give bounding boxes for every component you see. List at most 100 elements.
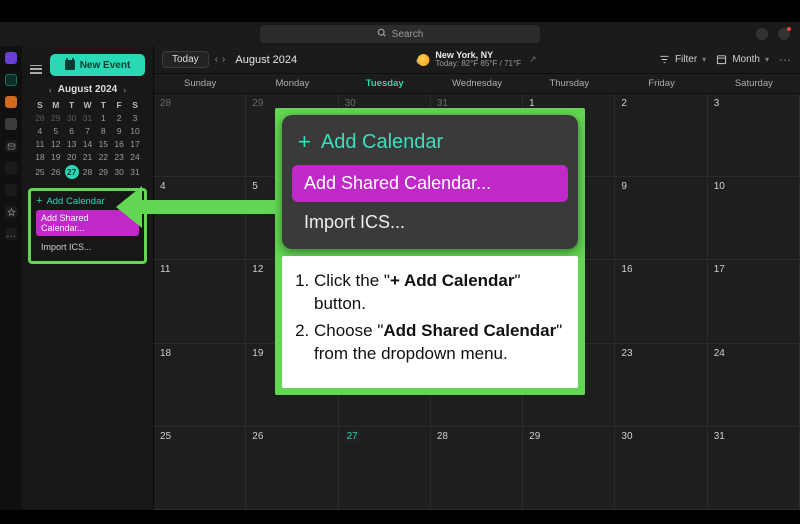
day-cell[interactable]: 9 — [615, 177, 707, 260]
day-cell[interactable]: 28 — [431, 427, 523, 510]
day-number: 11 — [160, 264, 170, 275]
more-menu[interactable]: ⋯ — [779, 53, 792, 67]
next-period[interactable]: › — [222, 54, 225, 65]
add-calendar-button[interactable]: + Add Calendar — [36, 195, 139, 207]
day-cell[interactable]: 18 — [154, 344, 246, 427]
mini-day[interactable]: 16 — [111, 137, 127, 150]
rail-item-more[interactable]: … — [5, 228, 17, 240]
import-ics-item[interactable]: Import ICS... — [36, 239, 139, 255]
mini-day[interactable]: 22 — [95, 150, 111, 163]
prev-period[interactable]: ‹ — [215, 54, 218, 65]
mini-day[interactable]: 10 — [127, 124, 143, 137]
rail-item-3[interactable] — [5, 96, 17, 108]
day-cell[interactable]: 30 — [615, 427, 707, 510]
day-cell[interactable]: 11 — [154, 260, 246, 343]
mini-day[interactable]: 29 — [48, 111, 64, 124]
mini-day[interactable]: 30 — [111, 163, 127, 180]
day-cell[interactable]: 4 — [154, 177, 246, 260]
notifications-icon[interactable] — [756, 28, 768, 40]
rail-item-6[interactable] — [5, 162, 17, 174]
mini-day[interactable]: 25 — [32, 163, 48, 180]
day-cell[interactable]: 23 — [615, 344, 707, 427]
weather-info[interactable]: New York, NY Today: 82°F 85°F / 71°F ↗ — [417, 51, 536, 68]
search-placeholder: Search — [392, 29, 424, 40]
add-calendar-label: Add Calendar — [46, 196, 104, 207]
new-event-button[interactable]: New Event — [50, 54, 145, 76]
filter-button[interactable]: Filter ▾ — [659, 54, 706, 65]
mini-day[interactable]: 6 — [64, 124, 80, 137]
mini-day[interactable]: 20 — [64, 150, 80, 163]
search-input[interactable]: Search — [260, 25, 540, 43]
day-number: 23 — [621, 348, 632, 359]
day-number: 12 — [252, 264, 263, 275]
mini-day[interactable]: 17 — [127, 137, 143, 150]
mini-day[interactable]: 14 — [80, 137, 96, 150]
alerts-icon[interactable] — [778, 28, 790, 40]
day-cell[interactable]: 3 — [708, 94, 800, 177]
new-event-label: New Event — [80, 60, 131, 71]
instruction-item: Click the "+ Add Calendar" button. — [314, 270, 568, 316]
mini-day[interactable]: 26 — [48, 163, 64, 180]
day-cell[interactable]: 24 — [708, 344, 800, 427]
rail-item-mail[interactable] — [5, 140, 17, 152]
add-shared-calendar-item[interactable]: Add Shared Calendar... — [36, 210, 139, 236]
mini-day[interactable]: 23 — [111, 150, 127, 163]
mini-day[interactable]: 12 — [48, 137, 64, 150]
sidebar: New Event ‹ August 2024 › SMTWTFS 282930… — [22, 46, 154, 510]
app-topbar: Search — [0, 22, 800, 46]
mini-prev[interactable]: ‹ — [49, 85, 52, 95]
mini-day[interactable]: 24 — [127, 150, 143, 163]
mini-weekday: T — [95, 99, 111, 111]
day-cell[interactable]: 31 — [708, 427, 800, 510]
mini-day[interactable]: 31 — [127, 163, 143, 180]
day-cell[interactable]: 25 — [154, 427, 246, 510]
day-cell[interactable]: 29 — [523, 427, 615, 510]
day-number: 17 — [714, 264, 725, 275]
plus-icon: + — [298, 129, 311, 155]
mini-day[interactable]: 4 — [32, 124, 48, 137]
mini-day[interactable]: 15 — [95, 137, 111, 150]
view-button[interactable]: Month ▾ — [716, 54, 769, 65]
mini-weekday: S — [32, 99, 48, 111]
day-cell[interactable]: 2 — [615, 94, 707, 177]
day-number: 31 — [714, 431, 725, 442]
mini-day[interactable]: 11 — [32, 137, 48, 150]
mini-day[interactable]: 18 — [32, 150, 48, 163]
rail-item-star[interactable] — [5, 206, 17, 218]
external-link-icon: ↗ — [529, 54, 537, 65]
mini-day[interactable]: 31 — [80, 111, 96, 124]
mini-day[interactable]: 9 — [111, 124, 127, 137]
mini-day[interactable]: 1 — [95, 111, 111, 124]
mini-day[interactable]: 27 — [64, 163, 80, 180]
mini-day[interactable]: 8 — [95, 124, 111, 137]
mini-next[interactable]: › — [123, 85, 126, 95]
day-number: 9 — [621, 181, 627, 192]
weekday-label: Saturday — [708, 74, 800, 93]
mini-calendar[interactable]: SMTWTFS 28293031123456789101112131415161… — [22, 99, 153, 180]
calendar-icon — [65, 60, 75, 70]
rail-item-1[interactable] — [5, 52, 17, 64]
mini-day[interactable]: 28 — [32, 111, 48, 124]
day-cell[interactable]: 26 — [246, 427, 338, 510]
day-cell[interactable]: 28 — [154, 94, 246, 177]
mini-day[interactable]: 28 — [80, 163, 96, 180]
mini-day[interactable]: 21 — [80, 150, 96, 163]
mini-day[interactable]: 19 — [48, 150, 64, 163]
rail-item-7[interactable] — [5, 184, 17, 196]
day-cell[interactable]: 10 — [708, 177, 800, 260]
mini-day[interactable]: 30 — [64, 111, 80, 124]
day-cell[interactable]: 27 — [339, 427, 431, 510]
mini-day[interactable]: 7 — [80, 124, 96, 137]
mini-day[interactable]: 3 — [127, 111, 143, 124]
day-cell[interactable]: 16 — [615, 260, 707, 343]
hamburger-icon[interactable] — [30, 65, 42, 74]
today-button[interactable]: Today — [162, 51, 209, 68]
day-cell[interactable]: 17 — [708, 260, 800, 343]
mini-day[interactable]: 29 — [95, 163, 111, 180]
day-number: 10 — [714, 181, 725, 192]
mini-day[interactable]: 2 — [111, 111, 127, 124]
mini-day[interactable]: 13 — [64, 137, 80, 150]
mini-day[interactable]: 5 — [48, 124, 64, 137]
rail-item-4[interactable] — [5, 118, 17, 130]
rail-item-calendar[interactable] — [5, 74, 17, 86]
